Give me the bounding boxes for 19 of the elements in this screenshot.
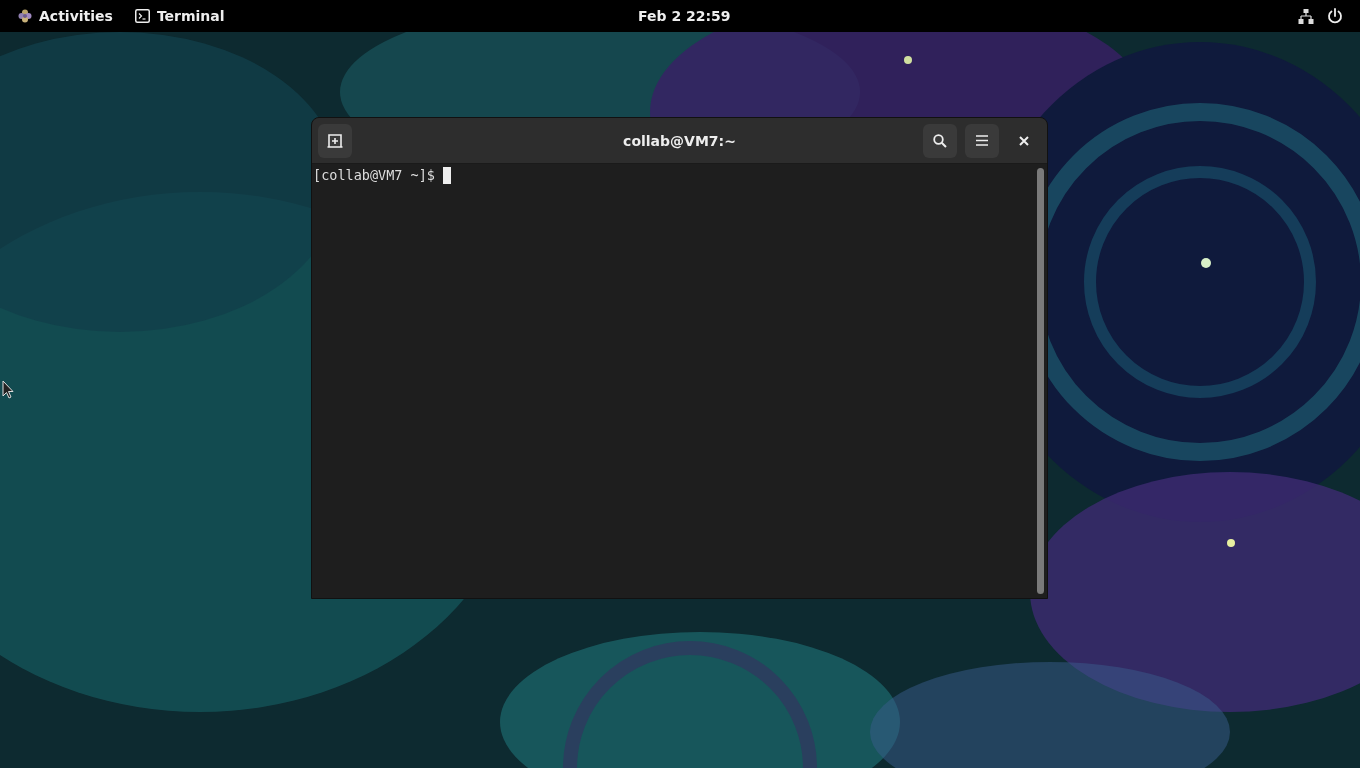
window-title: collab@VM7:~ — [623, 132, 736, 149]
menu-icon — [976, 135, 988, 146]
mouse-pointer-icon — [2, 380, 14, 400]
network-icon[interactable] — [1298, 8, 1314, 24]
scrollbar[interactable] — [1037, 168, 1044, 594]
app-menu-button[interactable]: Terminal — [130, 4, 229, 28]
add-tab-icon — [327, 132, 343, 149]
search-button[interactable] — [923, 123, 957, 158]
clock-button[interactable]: Feb 2 22:59 — [634, 4, 735, 28]
flower-icon — [18, 9, 32, 23]
terminal-icon — [134, 9, 150, 23]
activities-button[interactable]: Activities — [14, 4, 117, 28]
search-icon — [933, 133, 947, 148]
power-icon[interactable] — [1327, 8, 1343, 24]
new-tab-button[interactable] — [318, 123, 352, 158]
menu-button[interactable] — [965, 123, 999, 158]
text-cursor — [443, 166, 452, 184]
shell-prompt: [collab@VM7 ~]$ — [313, 166, 436, 184]
close-icon — [1019, 135, 1029, 146]
